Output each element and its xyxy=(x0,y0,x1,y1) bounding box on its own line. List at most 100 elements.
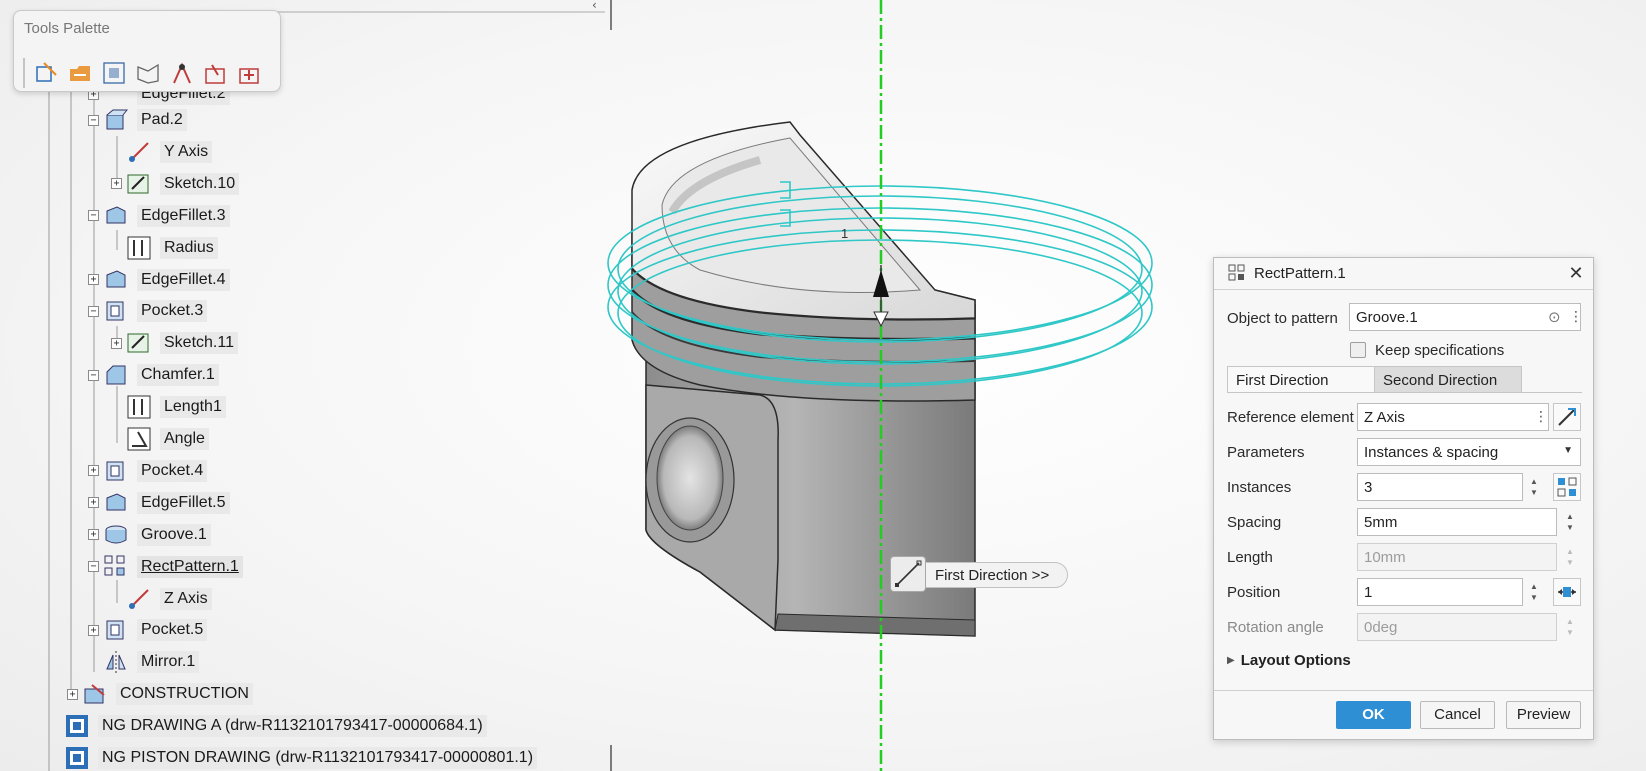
chevron-right-icon: ▶ xyxy=(1227,655,1235,666)
expand-icon[interactable]: + xyxy=(111,178,122,190)
expand-icon[interactable]: + xyxy=(88,529,99,541)
preview-button[interactable]: Preview xyxy=(1506,701,1581,729)
angle-parameter-icon xyxy=(126,426,152,452)
tab-first-direction[interactable]: First Direction xyxy=(1227,366,1375,393)
tree-node[interactable]: NG PISTON DRAWING (drw-R1132101793417-00… xyxy=(49,744,538,771)
layout-options-label: Layout Options xyxy=(1240,652,1351,669)
ok-button[interactable]: OK xyxy=(1336,701,1411,729)
reverse-direction-button[interactable] xyxy=(1553,403,1581,431)
tree-node[interactable]: + Groove.1 xyxy=(88,521,211,549)
tree-node[interactable]: NG DRAWING A (drw-R1132101793417-0000068… xyxy=(49,712,487,740)
reference-element-value: Z Axis xyxy=(1364,409,1405,426)
more-options-icon[interactable]: ⋮ xyxy=(1569,308,1583,325)
tree-node[interactable]: Z Axis xyxy=(111,585,212,613)
collapse-icon[interactable]: − xyxy=(88,369,99,381)
tree-node[interactable]: Radius xyxy=(111,234,218,262)
measure-between-icon[interactable] xyxy=(237,60,263,86)
reverse-arrow-icon xyxy=(1558,408,1576,426)
tree-node[interactable]: − Pocket.3 xyxy=(88,297,208,325)
tree-node[interactable]: + Pocket.5 xyxy=(88,616,208,644)
parameters-label: Parameters xyxy=(1227,444,1305,461)
plane-icon[interactable] xyxy=(135,60,161,86)
tree-node[interactable]: − RectPattern.1 xyxy=(88,553,243,581)
collapse-icon[interactable]: − xyxy=(88,210,99,222)
tree-node[interactable]: + EdgeFillet.4 xyxy=(88,266,230,294)
expand-icon[interactable]: + xyxy=(88,497,99,509)
position-input[interactable]: 1 xyxy=(1357,578,1523,606)
measure-item-icon[interactable] xyxy=(203,60,229,86)
dialog-titlebar[interactable]: RectPattern.1 ✕ xyxy=(1214,258,1593,288)
parameters-select[interactable]: Instances & spacing ▼ xyxy=(1357,438,1581,466)
reference-element-field[interactable]: Z Axis xyxy=(1357,403,1549,431)
open-folder-icon[interactable] xyxy=(67,60,93,86)
expand-icon[interactable]: + xyxy=(88,465,99,477)
compass-icon[interactable] xyxy=(169,60,195,86)
direction-line-icon[interactable] xyxy=(890,556,926,592)
tools-palette-toolbar xyxy=(23,57,271,89)
expand-icon[interactable]: + xyxy=(88,274,99,285)
instances-options-button[interactable] xyxy=(1553,473,1581,501)
tree-node[interactable]: − Chamfer.1 xyxy=(88,361,219,389)
reference-more-icon[interactable]: ⋮ xyxy=(1534,408,1548,425)
expand-icon[interactable]: + xyxy=(67,688,78,700)
tab-second-direction[interactable]: Second Direction xyxy=(1374,366,1522,393)
object-to-pattern-field[interactable]: Groove.1 xyxy=(1349,303,1581,331)
tree-node-label: Radius xyxy=(160,236,218,259)
position-arrows-icon xyxy=(1558,587,1576,597)
rect-pattern-icon xyxy=(103,554,129,580)
3d-grid-select-icon[interactable] xyxy=(33,60,59,86)
tree-node[interactable]: + CONSTRUCTION xyxy=(67,680,253,708)
tools-palette[interactable]: Tools Palette xyxy=(13,10,281,92)
tree-node-label: Pocket.5 xyxy=(137,619,208,642)
first-direction-tag-label: First Direction >> xyxy=(935,567,1050,584)
tree-node[interactable]: Length1 xyxy=(111,393,226,421)
spacing-input[interactable]: 5mm xyxy=(1357,508,1557,536)
pocket-icon xyxy=(103,458,129,484)
rect-pattern-dialog: RectPattern.1 ✕ Object to pattern Groove… xyxy=(1213,257,1594,740)
keep-specifications-checkbox[interactable] xyxy=(1350,342,1366,358)
drawing-icon xyxy=(64,745,90,771)
pocket-icon xyxy=(103,298,129,324)
position-options-button[interactable] xyxy=(1553,578,1581,606)
instances-input[interactable]: 3 xyxy=(1357,473,1523,501)
layout-options-expander[interactable]: ▶ Layout Options xyxy=(1227,652,1351,669)
instances-label: Instances xyxy=(1227,479,1292,496)
position-stepper[interactable]: ▲ ▼ xyxy=(1524,578,1544,606)
tree-node[interactable]: + Pocket.4 xyxy=(88,457,208,485)
expand-icon[interactable]: + xyxy=(111,337,122,349)
collapse-icon[interactable]: − xyxy=(88,305,99,317)
cancel-button[interactable]: Cancel xyxy=(1420,701,1495,729)
expand-icon[interactable]: + xyxy=(88,624,99,636)
tree-node[interactable]: Angle xyxy=(111,425,209,453)
palette-grip[interactable] xyxy=(23,58,25,88)
rotation-angle-input: 0deg xyxy=(1357,613,1557,641)
tree-node[interactable]: − EdgeFillet.3 xyxy=(88,202,230,230)
spacing-stepper[interactable]: ▲ ▼ xyxy=(1560,508,1580,536)
collapse-icon[interactable]: − xyxy=(88,114,99,126)
spacing-label: Spacing xyxy=(1227,514,1282,531)
snap-to-box-icon[interactable] xyxy=(101,60,127,86)
collapse-panel-icon[interactable]: ‹ xyxy=(592,0,597,12)
tree-node[interactable]: + EdgeFillet.5 xyxy=(88,489,230,517)
mirror-icon xyxy=(103,649,129,675)
preview-button-label: Preview xyxy=(1516,706,1571,723)
instances-stepper[interactable]: ▲ ▼ xyxy=(1524,473,1544,501)
tree-node[interactable]: + Sketch.11 xyxy=(111,329,238,357)
object-to-pattern-value: Groove.1 xyxy=(1356,309,1418,326)
tree-node[interactable]: − Pad.2 xyxy=(88,106,187,134)
tree-node-label: Y Axis xyxy=(160,140,213,163)
length-label: Length xyxy=(1227,549,1273,566)
position-value: 1 xyxy=(1364,584,1373,601)
tree-node-label: EdgeFillet.3 xyxy=(137,204,230,227)
edge-fillet-icon xyxy=(103,267,129,293)
ok-button-label: OK xyxy=(1362,706,1385,723)
close-icon[interactable]: ✕ xyxy=(1565,262,1587,284)
tree-node-label: Angle xyxy=(160,428,209,450)
radius-parameter-icon xyxy=(126,235,152,261)
tree-node[interactable]: + Sketch.10 xyxy=(111,170,240,198)
tree-node[interactable]: Y Axis xyxy=(111,138,213,166)
navigate-arrow-icon[interactable]: ⊙ xyxy=(1548,308,1561,326)
collapse-icon[interactable]: − xyxy=(88,561,99,573)
tree-node[interactable]: Mirror.1 xyxy=(88,648,200,676)
keep-specifications-label: Keep specifications xyxy=(1375,342,1505,359)
